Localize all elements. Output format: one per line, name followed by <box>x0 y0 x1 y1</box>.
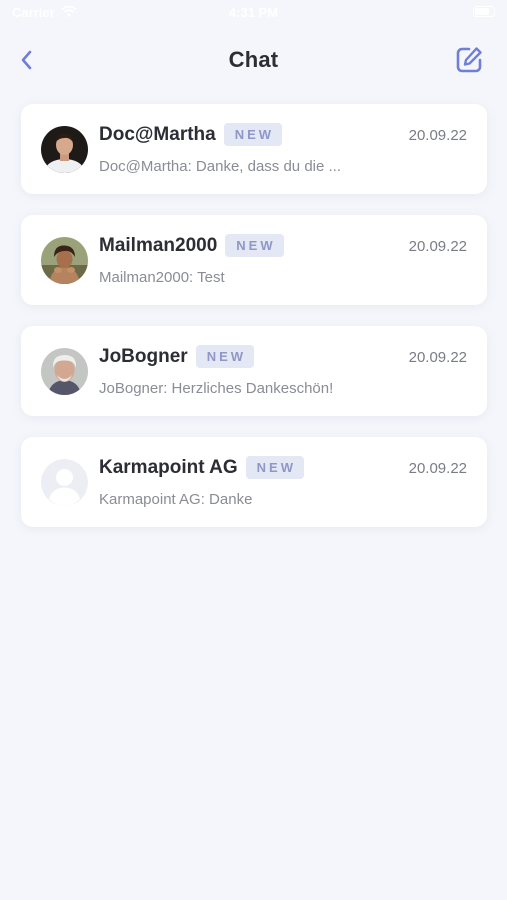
chat-name: Mailman2000 <box>99 234 218 256</box>
new-badge: NEW <box>225 234 284 257</box>
avatar <box>41 126 88 173</box>
chat-name-row: Karmapoint AG NEW <box>99 456 304 479</box>
chat-name-row: JoBogner NEW <box>99 345 255 368</box>
chat-date: 20.09.22 <box>408 127 467 144</box>
chat-item[interactable]: JoBogner NEW 20.09.22 JoBogner: Herzlich… <box>21 326 487 416</box>
battery-icon <box>473 6 495 17</box>
compose-button[interactable] <box>453 44 485 76</box>
chat-date: 20.09.22 <box>408 349 467 366</box>
chat-name-row: Mailman2000 NEW <box>99 234 284 257</box>
chat-preview: Karmapoint AG: Danke <box>99 491 253 508</box>
chat-item[interactable]: Doc@Martha NEW 20.09.22 Doc@Martha: Dank… <box>21 104 487 194</box>
header: Chat <box>0 38 507 82</box>
chat-preview: JoBogner: Herzliches Dankeschön! <box>99 380 334 397</box>
chat-date: 20.09.22 <box>408 460 467 477</box>
chat-name-row: Doc@Martha NEW <box>99 123 283 146</box>
chat-name: Karmapoint AG <box>99 456 238 478</box>
avatar <box>41 348 88 395</box>
chat-list: Doc@Martha NEW 20.09.22 Doc@Martha: Dank… <box>21 104 487 548</box>
chat-item[interactable]: Mailman2000 NEW 20.09.22 Mailman2000: Te… <box>21 215 487 305</box>
status-time: 4:31 PM <box>228 5 279 20</box>
default-avatar-icon <box>41 459 88 506</box>
page-title: Chat <box>228 47 279 72</box>
new-badge: NEW <box>223 123 283 146</box>
chat-date: 20.09.22 <box>408 238 467 255</box>
new-badge: NEW <box>245 456 304 479</box>
new-badge: NEW <box>195 345 255 368</box>
avatar <box>41 237 88 284</box>
edit-icon <box>456 47 482 73</box>
chat-name: Doc@Martha <box>99 123 216 145</box>
chat-item[interactable]: Karmapoint AG NEW 20.09.22 Karmapoint AG… <box>21 437 487 527</box>
chat-preview: Doc@Martha: Danke, dass du die ... <box>99 158 342 175</box>
chat-preview: Mailman2000: Test <box>99 269 225 286</box>
chat-name: JoBogner <box>99 345 188 367</box>
status-bar: Carrier 4:31 PM <box>0 0 507 28</box>
